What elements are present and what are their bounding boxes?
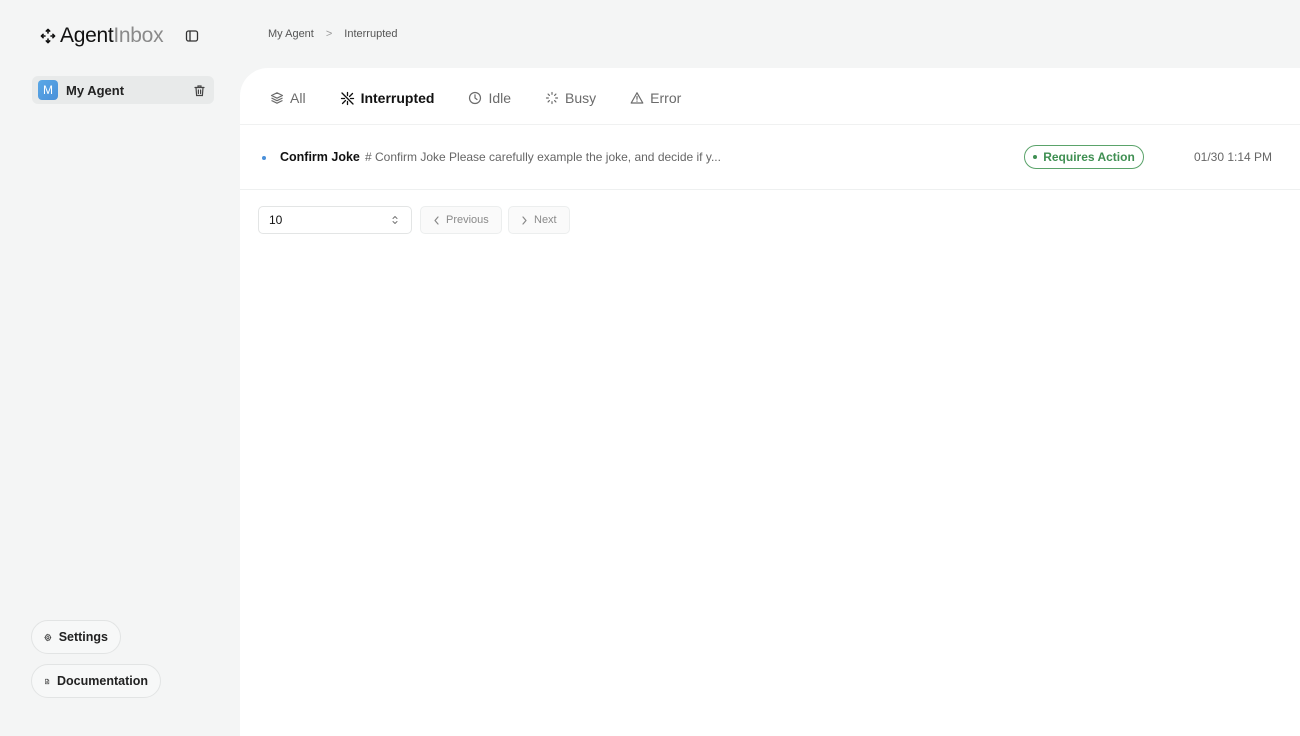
gear-icon [44,633,52,641]
clock-icon [469,91,482,105]
logo-arrows-icon [40,28,56,44]
sidebar-item-my-agent[interactable]: M My Agent [32,76,214,104]
status-badge-label: Requires Action [1043,150,1135,164]
chevron-up-down-icon [392,216,398,224]
tab-interrupted[interactable]: Interrupted [340,90,435,106]
breadcrumb-item-agent[interactable]: My Agent [268,28,314,40]
breadcrumb-item-current[interactable]: Interrupted [344,28,397,40]
documentation-label: Documentation [57,674,148,688]
main-panel: All Interrupted Idle Busy Error Confirm … [240,68,1300,736]
previous-page-button[interactable]: Previous [420,206,502,234]
tab-idle-label: Idle [488,90,512,106]
interrupted-icon [340,91,354,105]
tab-error[interactable]: Error [630,90,681,106]
tabs-divider [240,124,1300,125]
sidebar-toggle-button[interactable] [184,28,200,44]
logo-text: AgentInbox [60,24,164,48]
trash-icon [193,84,205,96]
page-size-value: 10 [269,213,283,227]
tab-idle[interactable]: Idle [468,90,511,106]
next-label: Next [534,214,557,226]
thread-timestamp: 01/30 1:14 PM [1194,150,1273,164]
document-icon [45,678,50,684]
pagination: 10 Previous Next [258,206,570,234]
chevron-right-icon [522,215,527,225]
logo-text-bold: Agent [60,24,114,47]
agent-avatar: M [38,80,58,100]
tab-error-label: Error [650,90,682,106]
thread-title: Confirm Joke [280,150,360,164]
thread-description: # Confirm Joke Please carefully example … [365,150,721,164]
loader-icon [545,91,559,105]
status-badge: Requires Action [1024,145,1144,169]
settings-label: Settings [58,630,108,644]
chevron-left-icon [434,215,439,225]
agent-name: My Agent [66,82,125,98]
tab-all[interactable]: All [270,90,306,106]
page-size-select[interactable]: 10 [258,206,412,234]
layers-icon [270,92,284,104]
logo-text-light: Inbox [113,24,164,47]
delete-agent-button[interactable] [192,83,206,97]
settings-button[interactable]: Settings [31,620,121,654]
panel-left-icon [185,30,199,42]
breadcrumb: My Agent > Interrupted [268,27,398,41]
tab-interrupted-label: Interrupted [360,90,435,106]
status-dot [1033,155,1038,159]
tab-busy-label: Busy [565,90,597,106]
sidebar: AgentInbox M My Agent Settings Documenta… [0,0,240,736]
app-logo[interactable]: AgentInbox [40,22,164,50]
tab-busy[interactable]: Busy [545,90,596,106]
tab-all-label: All [290,90,306,106]
warning-triangle-icon [630,92,644,104]
breadcrumb-separator: > [325,28,333,40]
next-page-button[interactable]: Next [508,206,570,234]
previous-label: Previous [446,214,489,226]
unread-indicator [262,156,266,160]
documentation-button[interactable]: Documentation [31,664,161,698]
thread-row[interactable]: Confirm Joke # Confirm Joke Please caref… [240,126,1300,190]
status-tabs: All Interrupted Idle Busy Error [270,86,681,110]
